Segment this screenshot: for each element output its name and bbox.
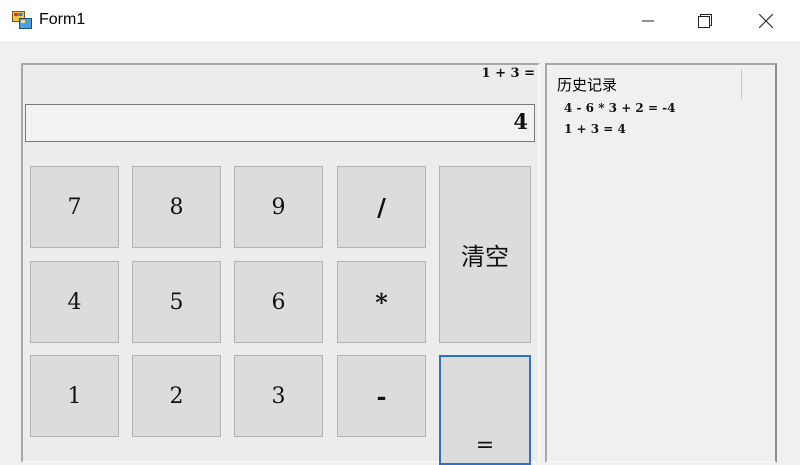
title-bar: Form1 [0,0,800,43]
clear-button[interactable]: 清空 [439,166,531,343]
key-7[interactable]: 7 [30,166,119,248]
history-title: 历史记录 [557,76,618,94]
history-item[interactable]: 1 + 3 = 4 [564,122,626,136]
expression-label: 1 + 3 = [481,66,535,81]
key-8[interactable]: 8 [132,166,221,248]
subtract-button[interactable]: - [337,355,426,437]
key-3[interactable]: 3 [234,355,323,437]
key-1[interactable]: 1 [30,355,119,437]
history-divider [741,69,742,99]
window-title: Form1 [39,11,86,28]
winforms-app-icon [12,11,32,29]
result-display[interactable]: 4 [25,104,535,142]
key-9[interactable]: 9 [234,166,323,248]
key-6[interactable]: 6 [234,261,323,343]
multiply-button[interactable]: * [337,261,426,343]
key-4[interactable]: 4 [30,261,119,343]
key-2[interactable]: 2 [132,355,221,437]
minimize-button[interactable] [621,0,675,42]
close-button[interactable] [739,0,793,42]
maximize-icon [698,14,712,28]
key-5[interactable]: 5 [132,261,221,343]
divide-button[interactable]: / [337,166,426,248]
maximize-button[interactable] [678,0,732,42]
minimize-icon [642,15,654,27]
close-icon [759,14,773,28]
history-item[interactable]: 4 - 6 * 3 + 2 = -4 [564,101,676,115]
